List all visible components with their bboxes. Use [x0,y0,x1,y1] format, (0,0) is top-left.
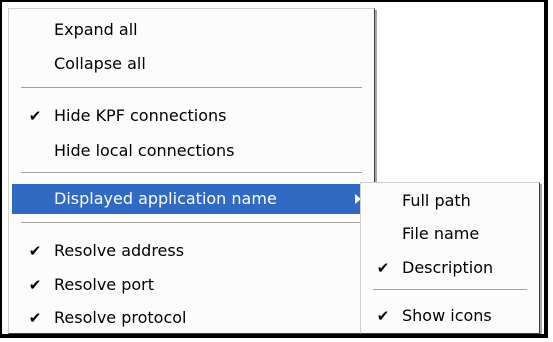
checkmark-icon: ✔ [28,242,42,260]
checkmark-icon: ✔ [376,307,390,325]
context-menu: Expand all Collapse all ✔ Hide KPF conne… [8,8,375,334]
submenu-item-full-path[interactable]: Full path [364,186,536,216]
menu-item-label: Displayed application name [54,189,277,208]
menu-item-label: Resolve address [54,241,185,260]
checkmark-icon: ✔ [28,309,42,327]
menu-item-expand-all[interactable]: Expand all [12,15,371,45]
menu-item-label: Hide KPF connections [54,106,227,125]
checkmark-icon: ✔ [28,107,42,125]
menu-item-label: Description [402,258,494,277]
menu-separator [21,87,362,89]
menu-item-label: Resolve port [54,275,155,294]
menu-item-displayed-application-name[interactable]: Displayed application name [12,184,371,214]
menu-item-label: Resolve protocol [54,308,187,327]
submenu-item-show-icons[interactable]: ✔ Show icons [364,301,536,331]
menu-item-label: Show icons [402,306,492,325]
menu-item-label: Hide local connections [54,141,235,160]
menu-item-hide-local-connections[interactable]: Hide local connections [12,136,371,166]
menu-item-label: Collapse all [54,54,146,73]
menu-item-label: File name [402,224,480,243]
menu-item-resolve-address[interactable]: ✔ Resolve address [12,236,371,266]
submenu-displayed-application-name: Full path File name ✔ Description ✔ Show… [360,182,540,334]
submenu-item-file-name[interactable]: File name [364,219,536,249]
menu-separator [21,172,362,174]
submenu-item-description[interactable]: ✔ Description [364,253,536,283]
checkmark-icon: ✔ [28,276,42,294]
menu-item-hide-kpf-connections[interactable]: ✔ Hide KPF connections [12,101,371,131]
menu-separator [373,289,527,291]
menu-item-resolve-port[interactable]: ✔ Resolve port [12,270,371,300]
menu-item-resolve-protocol[interactable]: ✔ Resolve protocol [12,303,371,333]
menu-item-label: Expand all [54,20,138,39]
menu-item-label: Full path [402,191,471,210]
menu-item-collapse-all[interactable]: Collapse all [12,49,371,79]
checkmark-icon: ✔ [376,259,390,277]
menu-separator [21,222,362,224]
